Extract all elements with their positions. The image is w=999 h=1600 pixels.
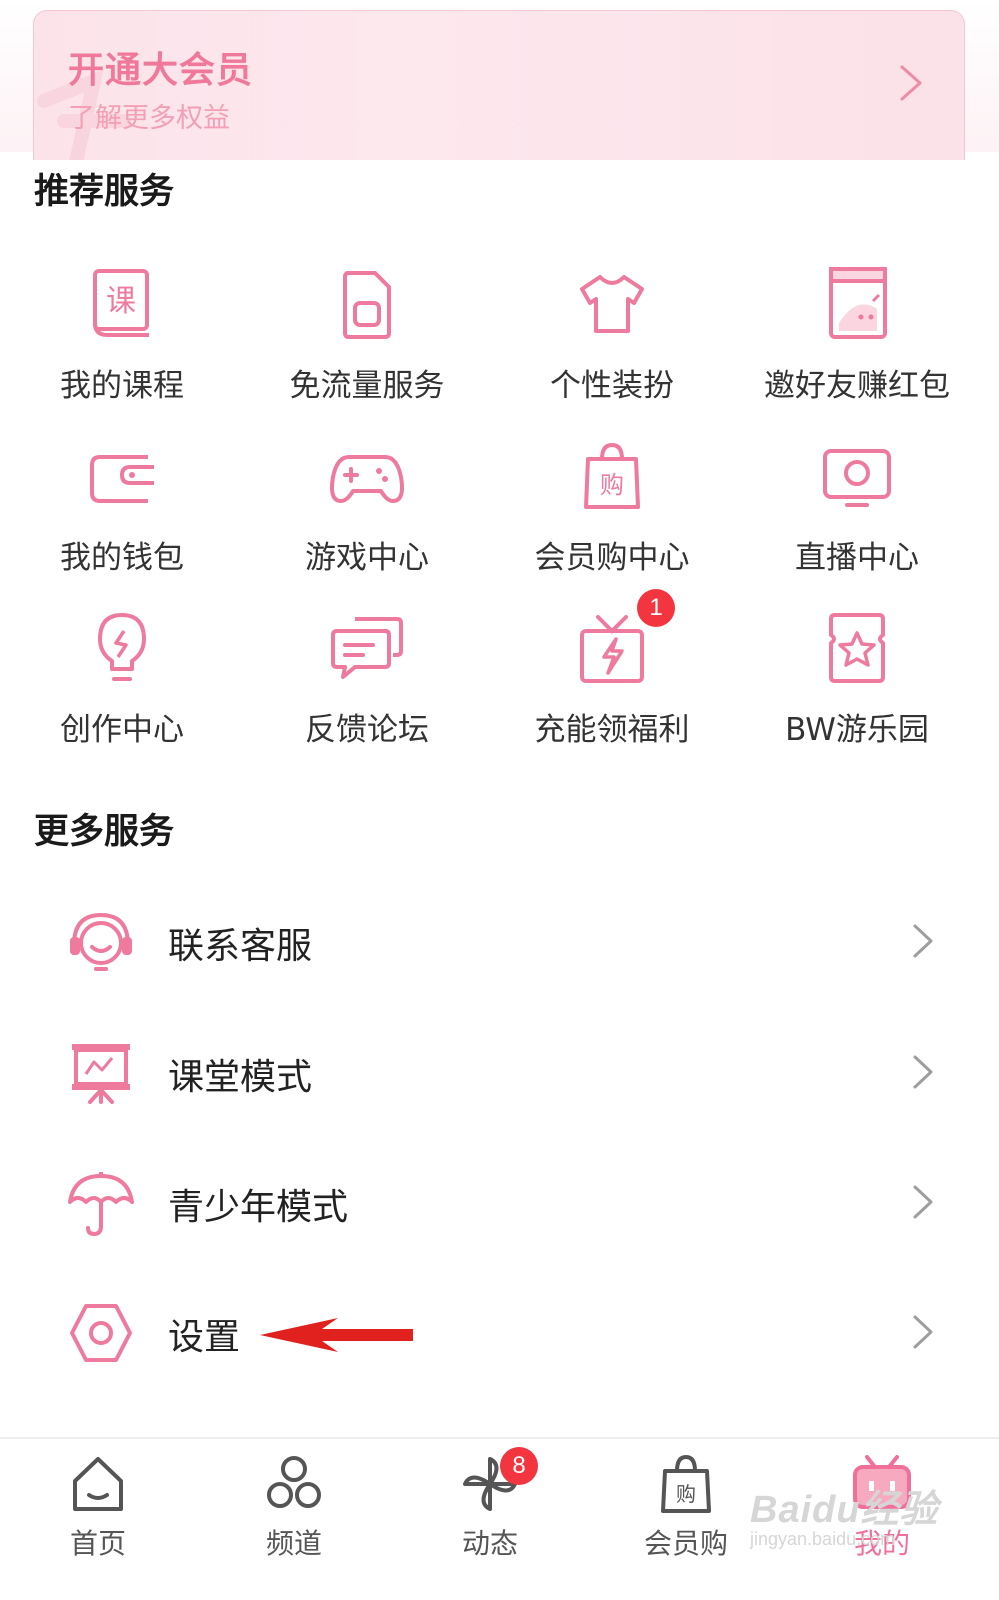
grid-label: 直播中心 — [795, 540, 919, 576]
svg-text:课: 课 — [106, 284, 136, 319]
grid-label: 个性装扮 — [550, 368, 674, 404]
course-book-icon: 课 — [82, 265, 162, 345]
grid-label: 我的课程 — [60, 368, 184, 404]
grid-item-game-center[interactable]: 游戏中心 — [247, 437, 487, 587]
grid-label: BW游乐园 — [785, 712, 929, 748]
grid-item-vip-shopping[interactable]: 购 会员购中心 — [492, 437, 732, 587]
grid-label: 游戏中心 — [305, 540, 429, 576]
sim-card-icon — [327, 265, 407, 345]
grid-item-my-wallet[interactable]: 我的钱包 — [2, 437, 242, 587]
grid-item-feedback-forum[interactable]: 反馈论坛 — [247, 609, 487, 759]
svg-text:购: 购 — [600, 471, 624, 499]
notification-badge: 1 — [637, 589, 675, 627]
hexagon-gear-icon — [66, 1298, 136, 1368]
vip-subtitle: 了解更多权益 — [68, 103, 230, 134]
grid-label: 充能领福利 — [534, 712, 690, 748]
red-arrow-annotation — [260, 1318, 420, 1356]
grid-label: 创作中心 — [60, 712, 184, 748]
nav-label: 动态 — [461, 1527, 518, 1560]
grid-item-personal-dressup[interactable]: 个性装扮 — [492, 265, 732, 415]
umbrella-icon — [66, 1168, 136, 1238]
gift-bolt-icon — [572, 609, 652, 689]
star-ticket-icon — [817, 609, 897, 689]
live-tv-icon — [817, 437, 897, 517]
grid-item-charge-welfare[interactable]: 1 充能领福利 — [492, 589, 732, 759]
grid-label: 我的钱包 — [60, 540, 184, 576]
chevron-right-icon — [910, 1182, 936, 1226]
home-icon — [65, 1451, 131, 1517]
nav-tab-channels[interactable]: 频道 — [196, 1439, 392, 1599]
vip-banner-area: 开通大会员 了解更多权益 — [0, 0, 999, 160]
grid-label: 邀好友赚红包 — [764, 368, 950, 404]
list-item-customer-service[interactable]: 联系客服 — [0, 887, 999, 997]
list-item-label: 课堂模式 — [168, 1057, 313, 1098]
grid-item-free-data[interactable]: 免流量服务 — [247, 265, 487, 415]
list-item-label: 设置 — [168, 1317, 241, 1358]
grid-item-bw-park[interactable]: BW游乐园 — [737, 609, 977, 759]
chevron-right-icon — [910, 921, 936, 965]
notification-badge: 8 — [500, 1447, 538, 1485]
grid-item-live-center[interactable]: 直播中心 — [737, 437, 977, 587]
more-section-title: 更多服务 — [34, 812, 175, 852]
shopping-bag-icon: 购 — [572, 437, 652, 517]
red-envelope-icon — [817, 265, 897, 345]
recommended-section-title: 推荐服务 — [34, 172, 175, 212]
channels-icon — [261, 1451, 327, 1517]
tshirt-icon — [572, 265, 652, 345]
shopping-bag-icon: 购 — [653, 1451, 719, 1517]
list-item-label: 联系客服 — [168, 926, 313, 967]
headset-icon — [66, 907, 136, 977]
grid-label: 会员购中心 — [534, 540, 690, 576]
chevron-right-icon — [910, 1052, 936, 1096]
wallet-icon — [82, 437, 162, 517]
chevron-right-icon — [910, 1312, 936, 1356]
baidu-watermark: Baidu经验 jingyan.baidu.com — [750, 1489, 939, 1549]
nav-tab-dynamics[interactable]: 8 动态 — [392, 1439, 588, 1599]
nav-label: 首页 — [69, 1527, 126, 1560]
svg-text:购: 购 — [676, 1482, 696, 1506]
presentation-board-icon — [66, 1038, 136, 1108]
list-item-classroom-mode[interactable]: 课堂模式 — [0, 1018, 999, 1128]
vip-title: 开通大会员 — [68, 50, 254, 91]
grid-item-my-courses[interactable]: 课 我的课程 — [2, 265, 242, 415]
grid-label: 免流量服务 — [289, 368, 445, 404]
lightbulb-icon — [82, 609, 162, 689]
gamepad-icon — [327, 437, 407, 517]
nav-label: 频道 — [265, 1527, 322, 1560]
chevron-right-icon[interactable] — [898, 63, 924, 107]
chat-bubbles-icon — [327, 609, 407, 689]
list-item-label: 青少年模式 — [168, 1187, 349, 1228]
vip-banner[interactable]: 开通大会员 了解更多权益 — [33, 10, 965, 160]
nav-tab-home[interactable]: 首页 — [0, 1439, 196, 1599]
grid-item-creator-center[interactable]: 创作中心 — [2, 609, 242, 759]
grid-item-invite-friends[interactable]: 邀好友赚红包 — [737, 265, 977, 415]
list-item-settings[interactable]: 设置 — [0, 1278, 999, 1388]
grid-label: 反馈论坛 — [305, 712, 429, 748]
list-item-youth-mode[interactable]: 青少年模式 — [0, 1148, 999, 1258]
